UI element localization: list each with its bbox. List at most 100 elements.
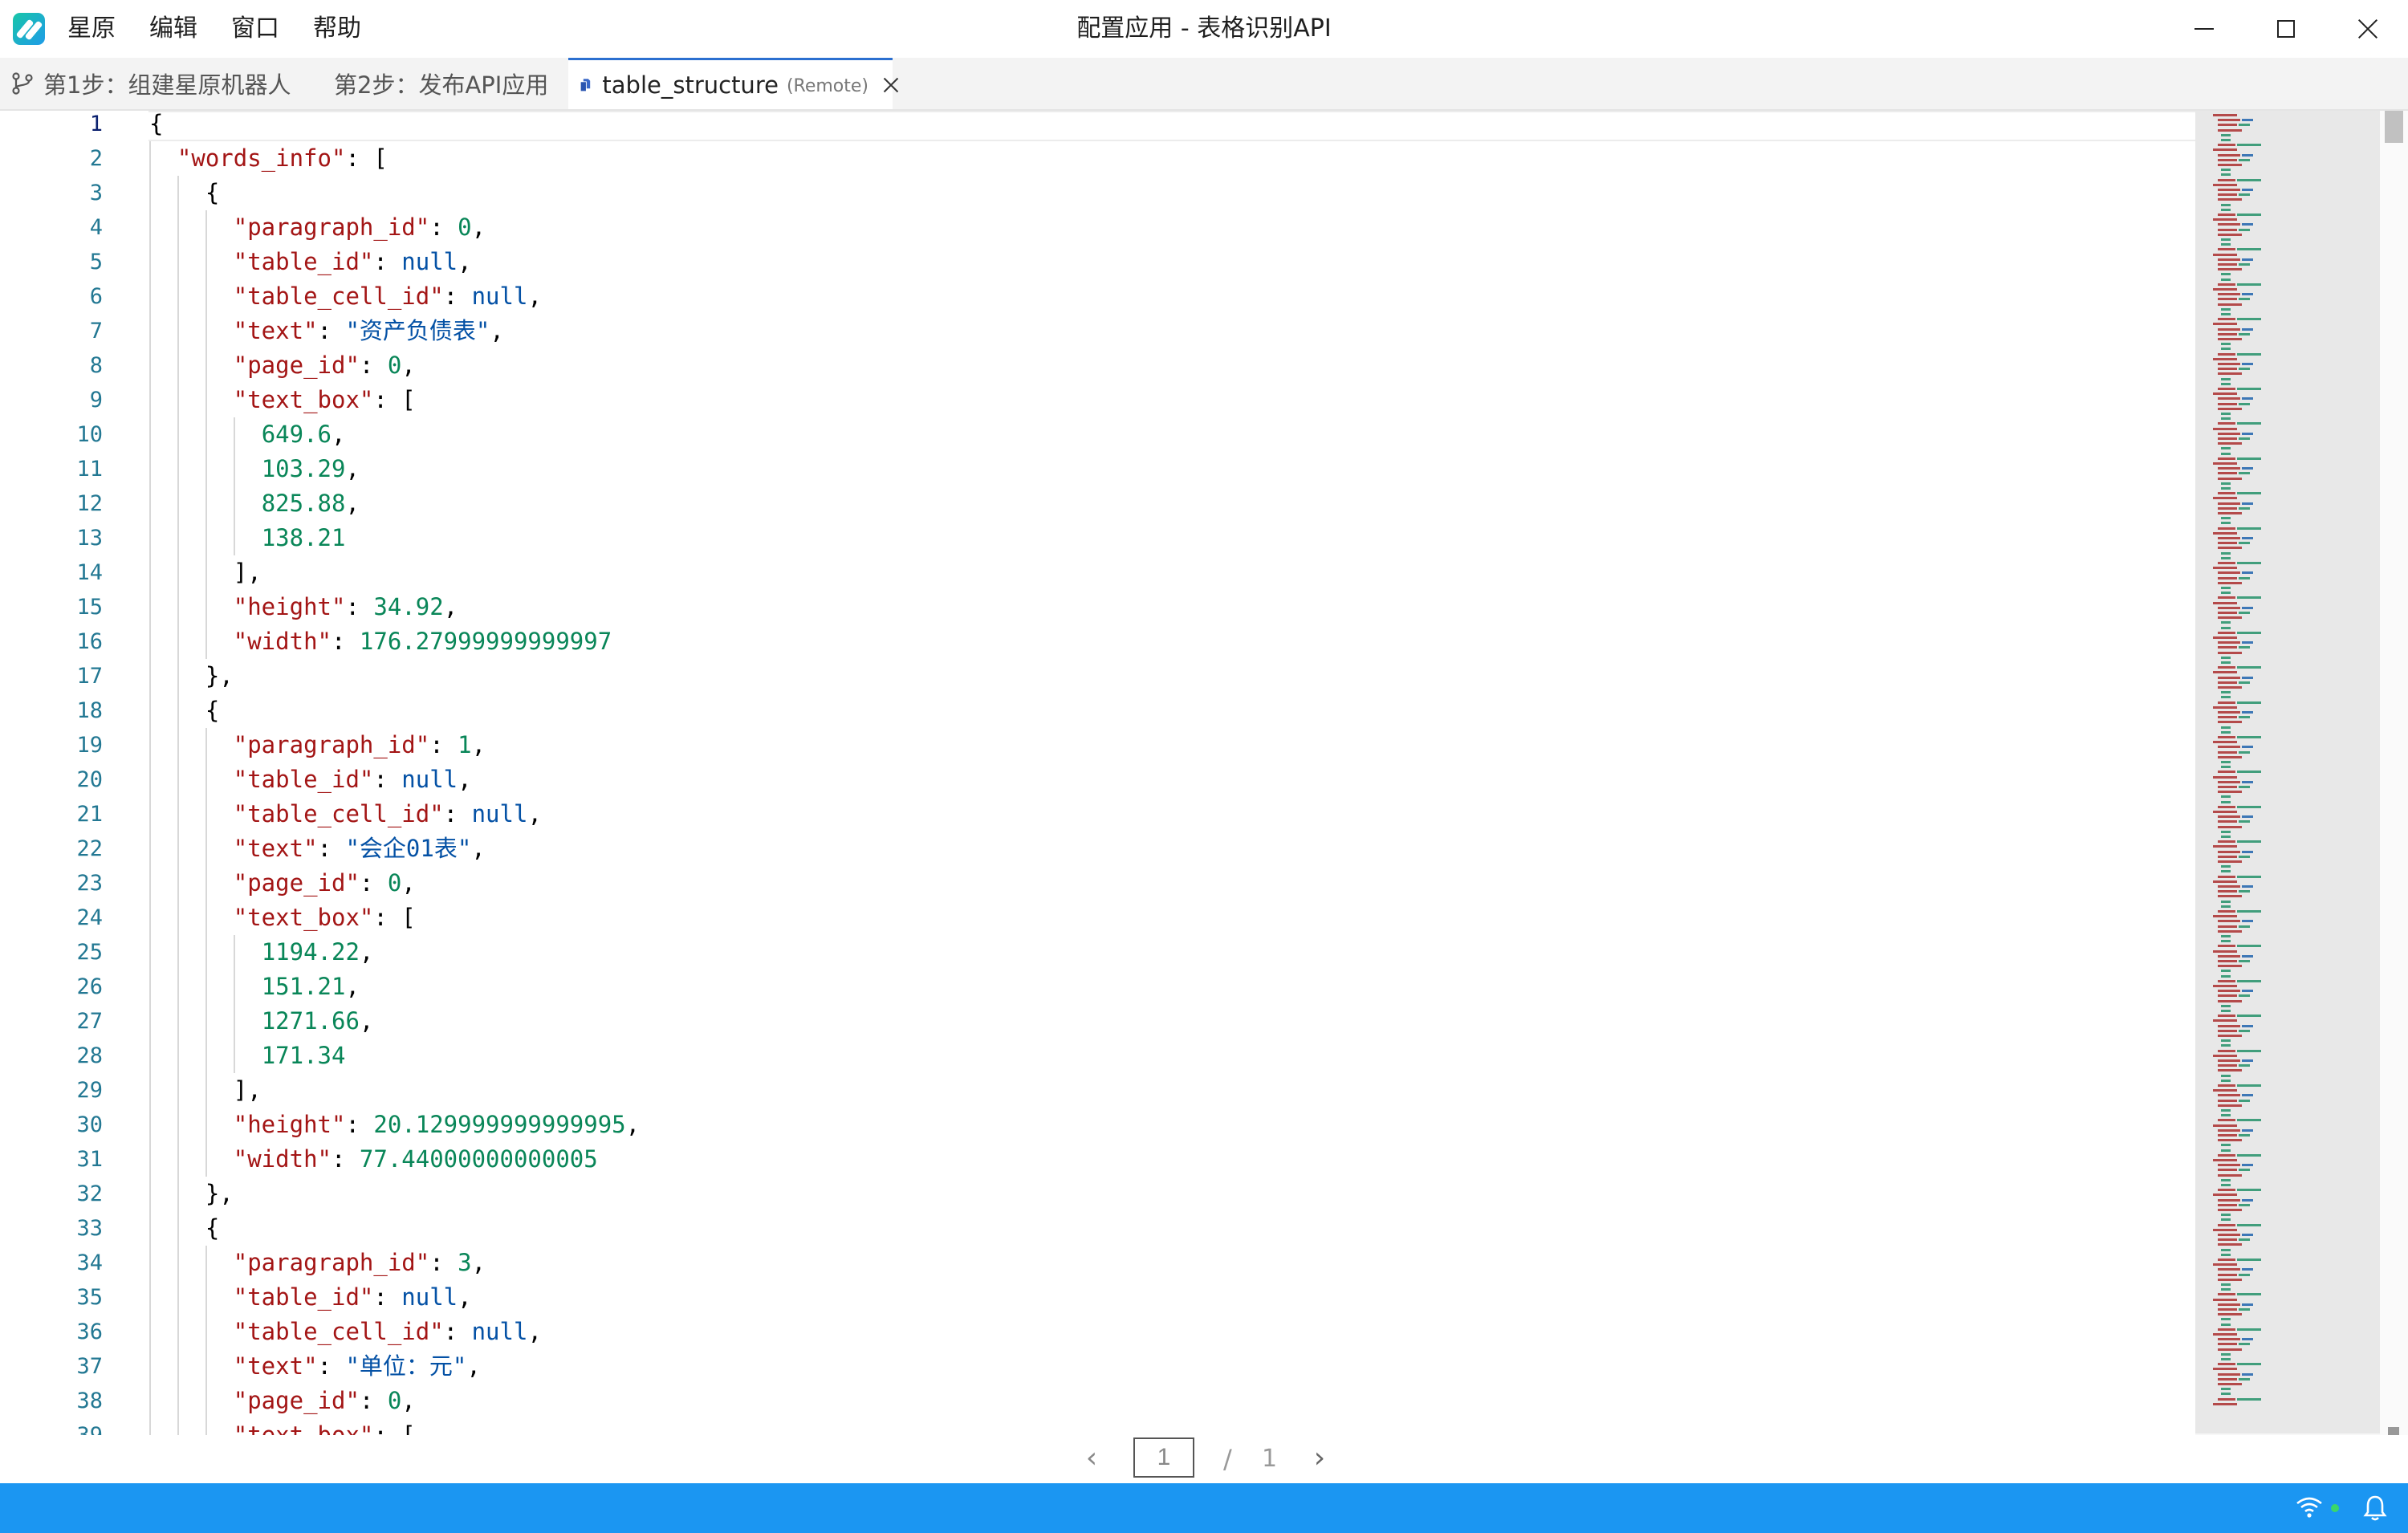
chevron-right-icon[interactable]: › (1304, 1443, 1336, 1475)
code-line: 22 "text": "会企01表", (0, 832, 2195, 866)
menu-help[interactable]: 帮助 (313, 0, 361, 58)
minimap-line (2221, 133, 2231, 136)
minimap-line (2237, 213, 2261, 216)
code-line: 19 "paragraph_id": 1, (0, 728, 2195, 762)
menu-edit[interactable]: 编辑 (149, 0, 197, 58)
menu-xingyuan[interactable]: 星原 (67, 0, 116, 58)
code-token: , (458, 1283, 472, 1311)
code-token: "height" (233, 593, 346, 620)
vertical-scrollbar[interactable] (2380, 111, 2408, 1435)
code-text: "table_id": null, (149, 762, 472, 797)
line-number: 33 (76, 1216, 103, 1241)
minimap-line (2218, 1268, 2240, 1271)
maximize-button[interactable] (2246, 0, 2326, 58)
minimap-line (2221, 238, 2231, 241)
minimap-line (2237, 1084, 2261, 1087)
minimap-line (2218, 1139, 2242, 1142)
code-token: : (443, 283, 472, 310)
minimap-line (2242, 1024, 2253, 1027)
code-token: "page_id" (233, 1387, 360, 1414)
minimap-line (2239, 1029, 2250, 1032)
minimap-line (2213, 183, 2237, 186)
minimap-line (2218, 651, 2242, 654)
minimap-line (2218, 606, 2240, 609)
code-token: "paragraph_id" (233, 731, 430, 758)
minimap-line (2242, 153, 2253, 157)
page-number-input[interactable]: 1 (1133, 1437, 1194, 1478)
code-text: "text": "单位：元", (149, 1349, 481, 1384)
minimap-line (2242, 641, 2253, 645)
code-token: 151.21 (261, 973, 346, 1000)
code-text: "page_id": 0, (149, 348, 416, 383)
menu-window[interactable]: 窗口 (231, 0, 279, 58)
line-number: 16 (76, 629, 103, 654)
minimap-line (2218, 805, 2235, 808)
minimap-line (2213, 949, 2237, 953)
chevron-left-icon[interactable]: ‹ (1076, 1443, 1108, 1475)
minimap-line (2218, 960, 2237, 962)
close-window-button[interactable] (2328, 0, 2408, 58)
minimap-line (2218, 945, 2235, 948)
scrollbar-thumb[interactable] (2385, 111, 2403, 143)
minimap-line (2218, 512, 2242, 514)
minimap-line (2218, 875, 2235, 878)
wifi-icon[interactable] (2296, 1496, 2323, 1519)
minimap-line (2218, 1209, 2242, 1211)
minimap-line (2221, 726, 2231, 729)
minimap-line (2218, 477, 2242, 480)
tab-table-structure[interactable]: table_structure (Remote) (568, 58, 893, 109)
minimap-line (2237, 945, 2261, 948)
minimap-line (2213, 1228, 2237, 1231)
minimap-line (2218, 979, 2235, 982)
minimap-line (2237, 178, 2261, 181)
code-token: , (345, 455, 360, 482)
minimap-line (2213, 148, 2237, 152)
code-token: null (471, 1318, 528, 1345)
code-text: "text_box": [ (149, 901, 416, 935)
code-text: 151.21, (149, 970, 360, 1004)
minimap-line (2218, 437, 2237, 440)
minimap-line (2218, 929, 2242, 933)
code-editor[interactable]: 1{2 "words_info": [3 {4 "paragraph_id": … (0, 111, 2195, 1435)
tab-close-icon[interactable] (883, 77, 893, 93)
minimap-line (2218, 701, 2235, 704)
minimap-line (2242, 746, 2253, 749)
minimap-line (2242, 571, 2253, 575)
minimap-line (2218, 158, 2237, 161)
line-number: 18 (76, 698, 103, 723)
minimap[interactable] (2195, 111, 2380, 1435)
minimize-button[interactable] (2164, 0, 2244, 58)
line-number: 27 (76, 1009, 103, 1034)
tab-step2[interactable]: 第2步：发布API应用 (334, 58, 548, 109)
minimap-line (2218, 596, 2235, 600)
code-token: , (471, 835, 486, 862)
minimap-line (2237, 979, 2261, 982)
minimap-line (2213, 915, 2237, 918)
code-text: "text": "会企01表", (149, 832, 486, 866)
minimap-line (2221, 696, 2231, 699)
minimap-line (2218, 352, 2235, 356)
tab-step1[interactable]: 第1步：组建星原机器人 (11, 58, 291, 109)
minimap-line (2221, 278, 2231, 281)
minimap-line (2221, 139, 2231, 141)
code-token: , (458, 766, 472, 793)
minimap-line (2239, 124, 2250, 127)
minimap-line (2221, 1149, 2231, 1152)
minimap-line (2218, 1383, 2242, 1385)
code-line: 33 { (0, 1211, 2195, 1246)
minimap-line (2218, 402, 2237, 405)
minimap-line (2237, 1397, 2261, 1401)
scroll-down-arrow[interactable] (2388, 1427, 2399, 1435)
code-text: 1271.66, (149, 1004, 374, 1039)
bell-icon[interactable] (2363, 1494, 2387, 1522)
minimap-line (2213, 357, 2237, 360)
minimap-line (2221, 447, 2231, 450)
code-line: 29 ], (0, 1073, 2195, 1108)
minimap-line (2218, 1119, 2235, 1122)
minimap-line (2221, 173, 2231, 177)
